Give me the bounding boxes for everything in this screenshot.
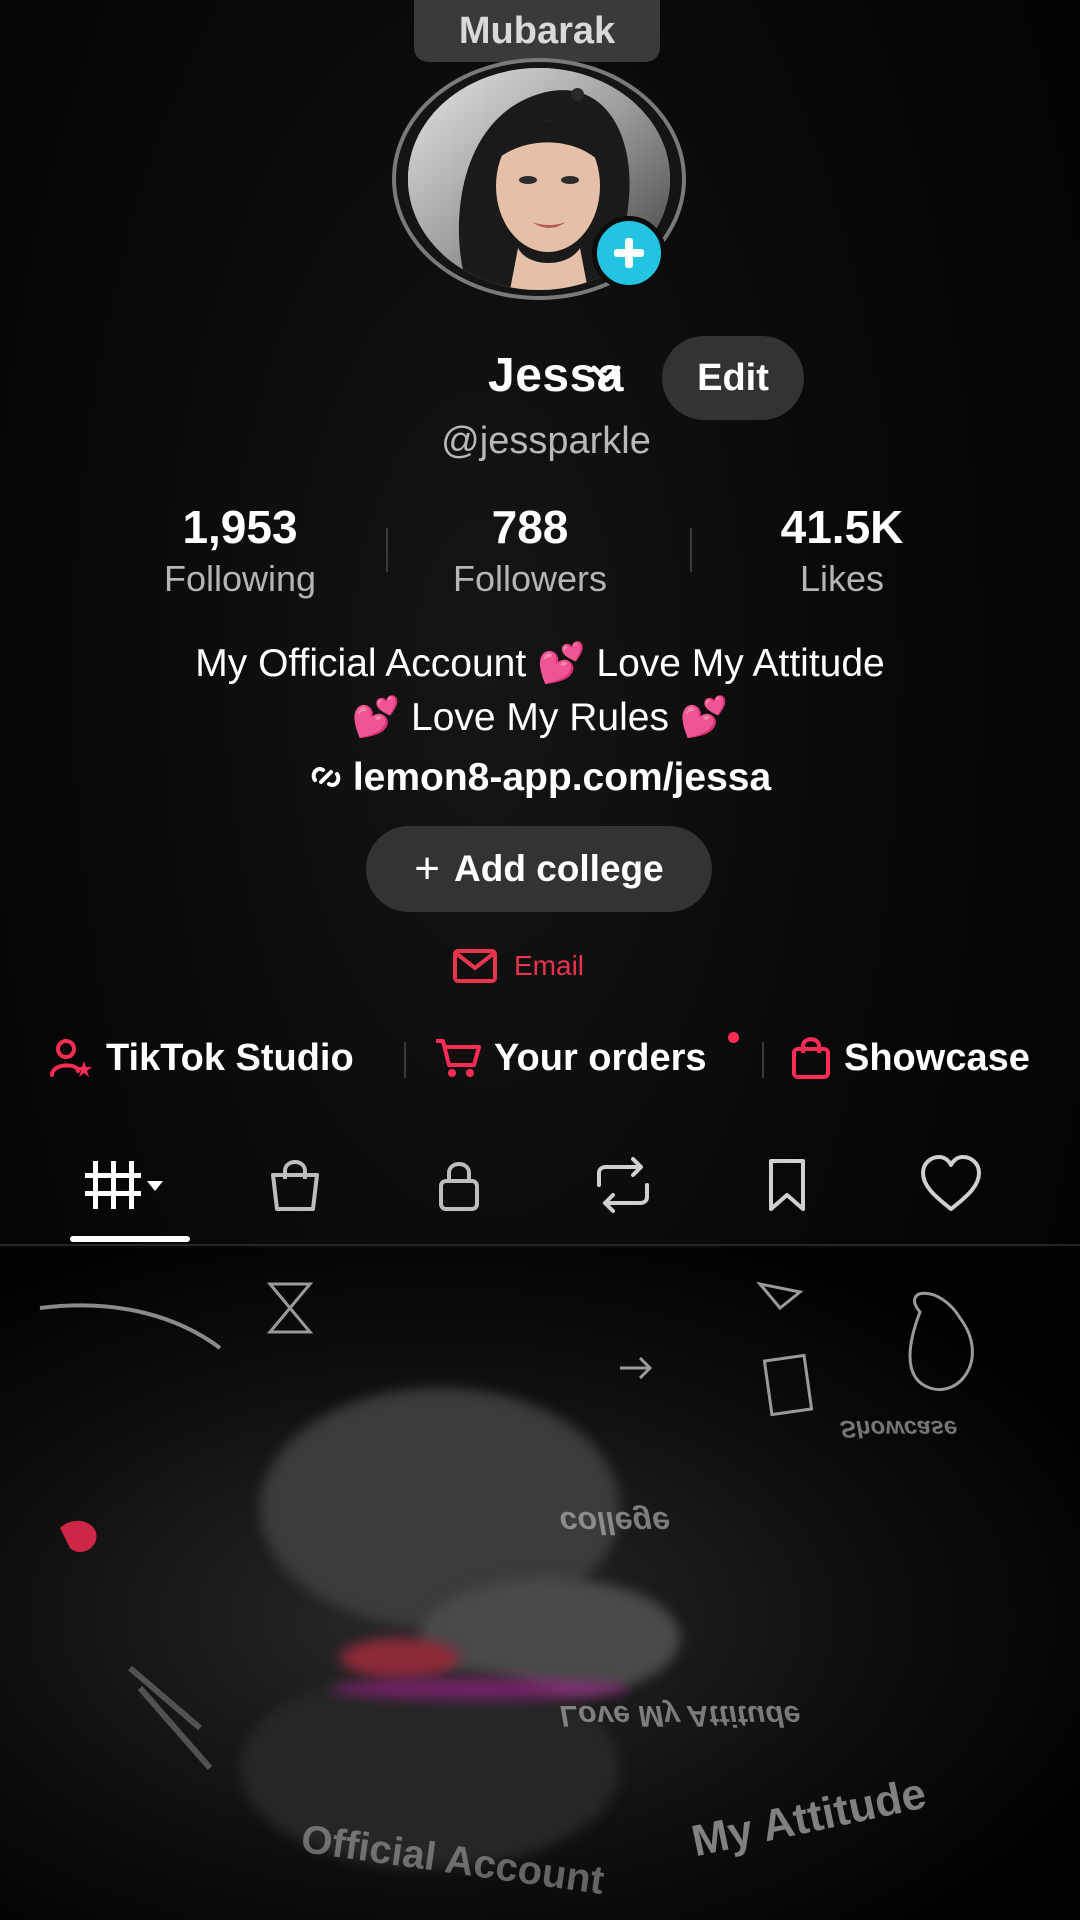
- shortcut-divider: [404, 1042, 406, 1078]
- tab-favorites[interactable]: [732, 1140, 842, 1230]
- stat-following-value: 1,953: [182, 501, 298, 553]
- shortcut-showcase[interactable]: Showcase: [790, 1030, 1030, 1086]
- heart-icon: [921, 1155, 981, 1211]
- tab-divider-line: [0, 1244, 1080, 1246]
- email-label: Email: [514, 950, 585, 981]
- stat-likes-label: Likes: [799, 558, 885, 599]
- creator-star-icon: [50, 1039, 92, 1077]
- stat-divider: [386, 528, 388, 572]
- edit-profile-button[interactable]: Edit: [662, 336, 804, 420]
- stat-likes[interactable]: 41.5K Likes: [722, 500, 962, 600]
- shortcut-divider: [762, 1042, 764, 1078]
- plus-icon: [614, 238, 644, 268]
- edit-label: Edit: [697, 356, 769, 399]
- shortcut-orders-label: Your orders: [494, 1036, 707, 1079]
- mail-icon: [453, 949, 497, 983]
- grid-icon: [85, 1161, 163, 1209]
- tab-liked[interactable]: [896, 1140, 1006, 1230]
- cart-icon: [436, 1039, 481, 1077]
- tab-shop[interactable]: [240, 1140, 350, 1230]
- stat-followers[interactable]: 788 Followers: [410, 500, 650, 600]
- plus-icon: +: [414, 844, 440, 893]
- stat-followers-label: Followers: [452, 558, 608, 599]
- stat-likes-value: 41.5K: [780, 501, 904, 553]
- active-tab-indicator: [70, 1236, 190, 1242]
- top-banner-label: Mubarak: [458, 9, 616, 52]
- shortcut-orders[interactable]: Your orders: [434, 1030, 707, 1086]
- shopping-bag-icon: [792, 1037, 830, 1079]
- bio-link-text: lemon8-app.com/jessa: [352, 756, 772, 799]
- profile-screen: Mubarak Jessa Edit @jessparkle 1,953 Fol…: [0, 0, 1080, 1920]
- bio-line-1: My Official Account 💕 Love My Attitude: [195, 642, 885, 685]
- profile-tabs: [0, 1140, 1080, 1246]
- shopping-bag-icon: [271, 1160, 319, 1211]
- bio-line-2: 💕 Love My Rules 💕: [351, 696, 729, 739]
- lock-icon: [439, 1162, 479, 1211]
- tab-reposts[interactable]: [568, 1140, 678, 1230]
- tab-private[interactable]: [404, 1140, 514, 1230]
- shortcut-studio[interactable]: TikTok Studio: [48, 1030, 354, 1086]
- stat-followers-value: 788: [491, 501, 569, 553]
- stat-divider: [690, 528, 692, 572]
- add-college-button[interactable]: + Add college: [366, 826, 712, 912]
- orders-notification-dot: [728, 1032, 739, 1043]
- bio-link[interactable]: lemon8-app.com/jessa: [260, 756, 820, 800]
- shortcut-showcase-label: Showcase: [844, 1036, 1030, 1079]
- repost-icon: [597, 1157, 649, 1213]
- glitch-icon-echoes: [39, 1281, 974, 1770]
- chevron-down-icon[interactable]: [586, 360, 626, 390]
- bookmark-icon: [769, 1159, 805, 1211]
- video-grid-area[interactable]: My Attitude Love My Attitude college Sho…: [0, 1248, 1080, 1920]
- add-story-button[interactable]: [592, 216, 666, 290]
- shortcut-studio-label: TikTok Studio: [106, 1036, 354, 1079]
- shortcut-row: TikTok Studio Your orders Showcase: [0, 1030, 1080, 1086]
- tab-videos[interactable]: [76, 1140, 186, 1230]
- stat-following-label: Following: [163, 558, 317, 599]
- link-icon: [311, 767, 341, 787]
- profile-handle: @jessparkle: [441, 420, 651, 462]
- avatar-status-dot: [571, 88, 584, 101]
- add-college-label: Add college: [454, 848, 664, 889]
- email-button[interactable]: Email: [452, 946, 584, 986]
- top-banner-pill[interactable]: Mubarak: [414, 0, 660, 62]
- stat-following[interactable]: 1,953 Following: [120, 500, 360, 600]
